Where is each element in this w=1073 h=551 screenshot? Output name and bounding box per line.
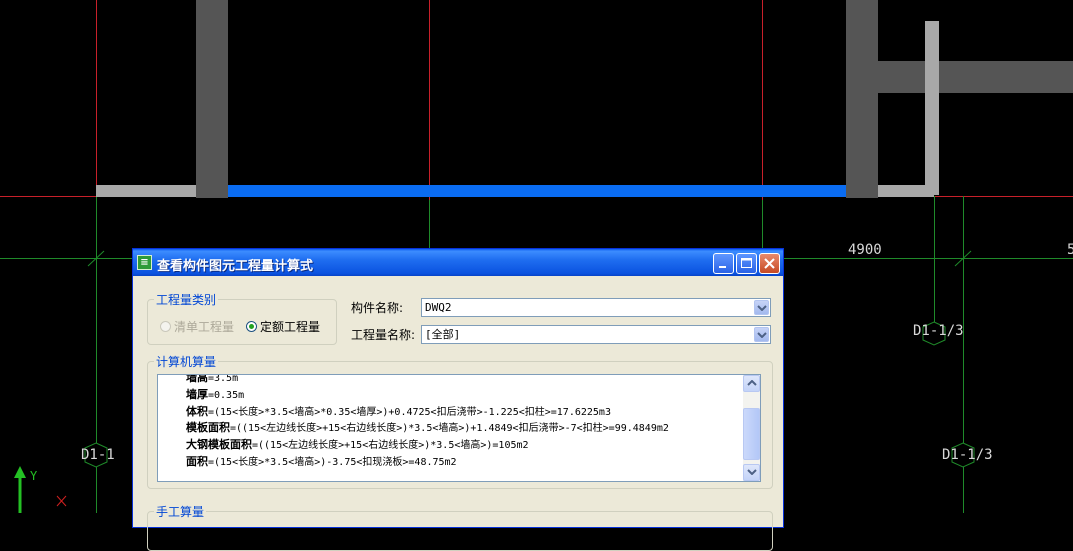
scroll-down-button[interactable] [743, 464, 760, 481]
column[interactable] [846, 0, 878, 198]
formula-line: 墙高=3.5m [186, 374, 669, 387]
formula-line: 模板面积=((15<左边线长度>+15<右边线长度>)*3.5<墙高>)+1.4… [186, 420, 669, 437]
formula-name: 墙高 [186, 374, 208, 384]
formula-lines: 墙高=3.5m 墙厚=0.35m 体积=(15<长度>*3.5<墙高>*0.35… [186, 374, 669, 471]
vertical-scrollbar[interactable] [743, 375, 760, 481]
formula-line: 大钢模板面积=((15<左边线长度>+15<右边线长度>)*3.5<墙高>)=1… [186, 437, 669, 454]
radio-label: 定额工程量 [260, 320, 321, 334]
quantity-name-value: [全部] [425, 328, 461, 341]
radio-label: 清单工程量 [174, 320, 235, 334]
column[interactable] [196, 0, 228, 198]
formula-name: 面积 [186, 454, 208, 468]
quantity-name-label: 工程量名称: [351, 328, 416, 342]
close-icon [764, 258, 775, 269]
chevron-down-icon [757, 332, 767, 338]
minimize-button[interactable] [713, 253, 734, 274]
chevron-down-icon [747, 469, 757, 475]
dimension-label: 5 [1067, 242, 1073, 258]
axis-label: D1-1 [81, 447, 115, 463]
minimize-icon [719, 266, 726, 268]
app-icon: ≡ [137, 255, 152, 270]
formula-name: 体积 [186, 404, 208, 418]
formula-expr: =((15<左边线长度>+15<右边线长度>)*3.5<墙高>)=105m2 [252, 440, 529, 452]
quantity-type-group: 工程量类别 清单工程量 定额工程量 [147, 291, 337, 345]
dropdown-button[interactable] [754, 327, 769, 342]
wall-segment[interactable] [878, 61, 1073, 93]
radio-quota-quantity[interactable]: 定额工程量 [246, 318, 320, 335]
quantity-formula-dialog: ≡ 查看构件图元工程量计算式 工程量类别 清单工程量 定额工程量 构件名称: D… [132, 248, 784, 551]
wall-segment[interactable] [96, 185, 196, 197]
formula-expr: =0.35m [208, 389, 245, 401]
computer-calc-legend: 计算机算量 [154, 353, 219, 370]
ucs-icon [14, 466, 26, 478]
axis-label: D1-1/3 [913, 323, 964, 339]
radio-circle-selected [246, 321, 257, 332]
component-name-label: 构件名称: [351, 301, 404, 315]
dialog-title: 查看构件图元工程量计算式 [157, 259, 314, 274]
formula-expr: =(15<长度>*3.5<墙高>)-3.75<扣现浇板>=48.75m2 [208, 456, 457, 468]
quantity-type-legend: 工程量类别 [154, 291, 219, 308]
selected-wall[interactable] [228, 185, 846, 197]
formula-line: 墙厚=0.35m [186, 387, 669, 404]
scroll-up-button[interactable] [743, 375, 760, 392]
wall-segment[interactable] [925, 21, 939, 195]
formula-line: 面积=(15<长度>*3.5<墙高>)-3.75<扣现浇板>=48.75m2 [186, 454, 669, 471]
ucs-y-label: Y [30, 469, 38, 483]
manual-calc-legend: 手工算量 [154, 503, 207, 520]
formula-line: 体积=(15<长度>*3.5<墙高>*0.35<墙厚>)+0.4725<扣后浇带… [186, 404, 669, 421]
chevron-down-icon [757, 305, 767, 311]
calc-formula-textbox[interactable]: 墙高=3.5m 墙厚=0.35m 体积=(15<长度>*3.5<墙高>*0.35… [157, 374, 761, 482]
dimension-label: 4900 [848, 242, 882, 258]
formula-name: 墙厚 [186, 387, 208, 401]
component-name-value: DWQ2 [425, 301, 452, 314]
close-button[interactable] [759, 253, 780, 274]
formula-expr: =(15<长度>*3.5<墙高>*0.35<墙厚>)+0.4725<扣后浇带>-… [208, 406, 611, 418]
radio-bill-quantity[interactable]: 清单工程量 [160, 318, 234, 335]
radio-circle [160, 321, 171, 332]
scroll-thumb[interactable] [743, 408, 760, 460]
dropdown-button[interactable] [754, 300, 769, 315]
quantity-name-combo[interactable]: [全部] [421, 325, 771, 344]
formula-name: 大钢模板面积 [186, 438, 252, 452]
manual-calc-group: 手工算量 [147, 503, 773, 551]
component-name-combo[interactable]: DWQ2 [421, 298, 771, 317]
axis-label: D1-1/3 [942, 447, 993, 463]
formula-expr: =3.5m [208, 374, 239, 384]
chevron-up-icon [747, 380, 757, 386]
maximize-button[interactable] [736, 253, 757, 274]
formula-name: 模板面积 [186, 421, 230, 435]
maximize-icon [741, 258, 752, 268]
formula-expr: =((15<左边线长度>+15<右边线长度>)*3.5<墙高>)+1.4849<… [230, 423, 669, 435]
dialog-titlebar[interactable]: ≡ 查看构件图元工程量计算式 [133, 249, 783, 276]
